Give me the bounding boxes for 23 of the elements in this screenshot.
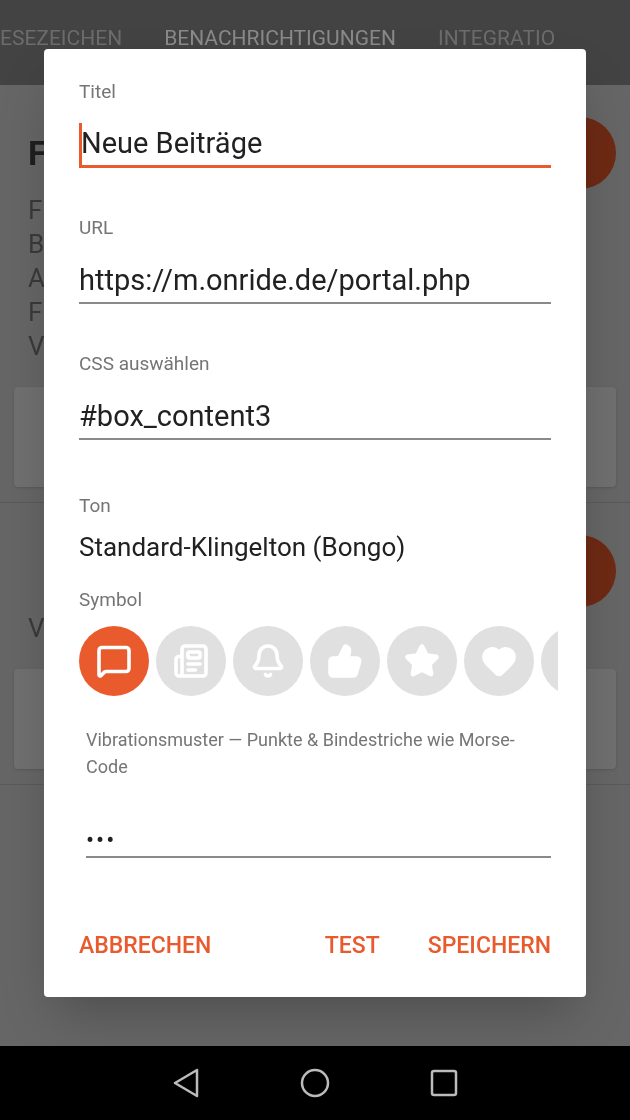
vibration-hint: Vibrationsmuster — Punkte & Bindestriche wie Morse-Code [85, 728, 516, 779]
field-label: Titel [79, 81, 117, 103]
field-label: Symbol [79, 589, 144, 611]
newspaper-icon [173, 643, 209, 679]
field-label: URL [79, 217, 115, 239]
dialog-button[interactable]: SPEICHERN [427, 934, 551, 957]
dialog-button[interactable]: TEST [324, 934, 380, 957]
text-field[interactable]: #box_content3 [79, 395, 551, 440]
text-field[interactable]: Neue Beiträge [79, 123, 551, 168]
ringtone-value[interactable]: Standard-Klingelton (Bongo) [79, 531, 406, 563]
bell-icon [250, 643, 286, 679]
thumbs-up-icon [327, 643, 363, 679]
tab[interactable]: BENACHRICHTIGUNGEN [164, 28, 396, 49]
field-label: CSS auswählen [79, 353, 211, 375]
recents-icon[interactable] [430, 1069, 458, 1097]
dialog-button[interactable]: ABBRECHEN [79, 934, 212, 957]
home-icon[interactable] [300, 1068, 330, 1098]
star-icon [404, 643, 440, 679]
back-icon[interactable] [172, 1068, 200, 1098]
field-label: Ton [79, 495, 112, 517]
vibration-field[interactable]: ••• [86, 816, 551, 858]
comment-icon [96, 643, 132, 679]
text-field[interactable]: https://m.onride.de/portal.php [79, 259, 551, 304]
